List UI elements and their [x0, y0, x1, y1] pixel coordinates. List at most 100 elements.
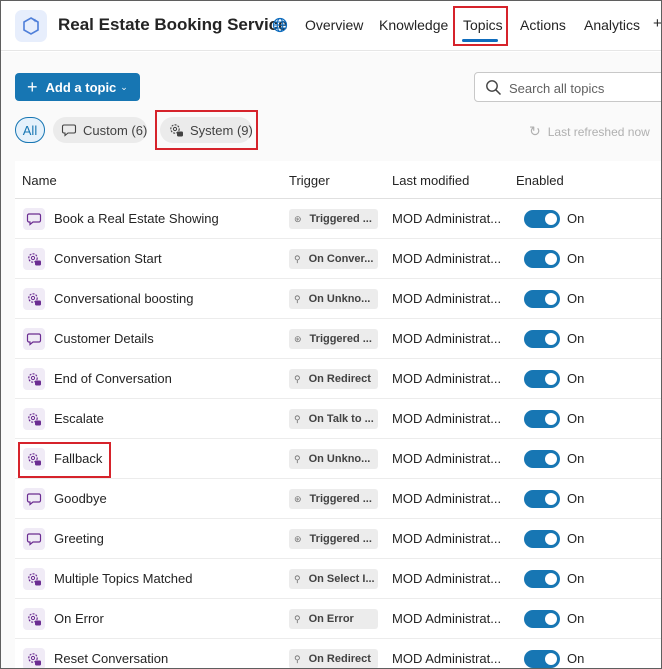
toggle-knob [545, 533, 557, 545]
topic-name[interactable]: Customer Details [54, 331, 154, 346]
topics-tab-highlight [453, 6, 508, 46]
event-icon: ⚲ [294, 453, 301, 464]
topic-name[interactable]: Reset Conversation [54, 651, 168, 666]
agent-hexagon-icon[interactable] [15, 10, 47, 42]
column-enabled[interactable]: Enabled [516, 173, 564, 188]
last-modified: MOD Administrat... [392, 331, 500, 346]
system-gear-icon [23, 368, 45, 390]
enabled-toggle[interactable] [524, 610, 560, 628]
topic-name[interactable]: Conversational boosting [54, 291, 193, 306]
tab-overview[interactable]: Overview [305, 17, 363, 33]
toggle-knob [545, 293, 557, 305]
enabled-toggle[interactable] [524, 450, 560, 468]
toggle-knob [545, 653, 557, 665]
add-topic-button[interactable]: + Add a topic ⌄ [15, 73, 140, 101]
enabled-toggle[interactable] [524, 490, 560, 508]
topic-name[interactable]: On Error [54, 611, 104, 626]
trigger-label: On Redirect [308, 373, 371, 385]
trigger-badge: ⚲ On Redirect [289, 649, 378, 668]
add-topic-label: Add a topic [45, 79, 117, 95]
topic-name[interactable]: Goodbye [54, 491, 107, 506]
topic-name[interactable]: Greeting [54, 531, 104, 546]
enabled-toggle[interactable] [524, 650, 560, 668]
more-tabs-button[interactable]: + [653, 15, 661, 32]
phrase-icon: ⊛ [294, 213, 302, 224]
table-row[interactable]: Goodbye ⊛ Triggered ... MOD Administrat... O… [15, 479, 661, 519]
last-modified: MOD Administrat... [392, 291, 500, 306]
trigger-badge: ⚲ On Unkno... [289, 449, 378, 469]
table-row[interactable]: On Error ⚲ On Error MOD Administrat... On [15, 599, 661, 639]
table-row[interactable]: Reset Conversation ⚲ On Redirect MOD Admini… [15, 639, 661, 668]
topic-name[interactable]: End of Conversation [54, 371, 172, 386]
last-modified: MOD Administrat... [392, 251, 500, 266]
filter-custom[interactable]: Custom (6) [53, 117, 147, 143]
trigger-badge: ⚲ On Unkno... [289, 289, 378, 309]
topic-name[interactable]: Escalate [54, 411, 104, 426]
trigger-label: On Talk to ... [308, 413, 374, 425]
last-modified: MOD Administrat... [392, 571, 500, 586]
toggle-knob [545, 373, 557, 385]
enabled-toggle[interactable] [524, 290, 560, 308]
toggle-knob [545, 453, 557, 465]
topic-name[interactable]: Conversation Start [54, 251, 162, 266]
table-row[interactable]: Conversation Start ⚲ On Conver... MOD Admin… [15, 239, 661, 279]
table-row[interactable]: Conversational boosting ⚲ On Unkno... MOD A… [15, 279, 661, 319]
tab-actions[interactable]: Actions [520, 17, 566, 33]
enabled-label: On [567, 451, 585, 466]
toggle-knob [545, 413, 557, 425]
event-icon: ⚲ [294, 573, 301, 584]
table-row[interactable]: Book a Real Estate Showing ⊛ Triggered ...… [15, 199, 661, 239]
enabled-toggle[interactable] [524, 250, 560, 268]
enabled-label: On [567, 411, 585, 426]
event-icon: ⚲ [294, 253, 301, 264]
agent-title: Real Estate Booking Service [58, 15, 288, 34]
last-modified: MOD Administrat... [392, 611, 500, 626]
chat-bubble-icon [23, 208, 45, 230]
chat-bubble-icon [23, 328, 45, 350]
filter-all[interactable]: All [15, 117, 45, 143]
event-icon: ⚲ [294, 293, 301, 304]
last-modified: MOD Administrat... [392, 371, 500, 386]
table-row[interactable]: Fallback ⚲ On Unkno... MOD Administrat... On [15, 439, 661, 479]
enabled-toggle[interactable] [524, 530, 560, 548]
trigger-label: Triggered ... [309, 533, 372, 545]
table-row[interactable]: Escalate ⚲ On Talk to ... MOD Administrat..… [15, 399, 661, 439]
refresh-status[interactable]: ↻ Last refreshed now [529, 123, 650, 140]
table-row[interactable]: End of Conversation ⚲ On Redirect MOD Admin… [15, 359, 661, 399]
trigger-label: On Select I... [308, 573, 375, 585]
enabled-toggle[interactable] [524, 570, 560, 588]
system-gear-icon [23, 248, 45, 270]
topic-name[interactable]: Multiple Topics Matched [54, 571, 193, 586]
column-name[interactable]: Name [22, 173, 57, 188]
column-trigger[interactable]: Trigger [289, 173, 330, 188]
column-last-modified[interactable]: Last modified [392, 173, 469, 188]
tab-analytics[interactable]: Analytics [584, 17, 640, 33]
trigger-label: On Unkno... [308, 453, 371, 465]
table-body: Book a Real Estate Showing ⊛ Triggered ...… [15, 199, 661, 668]
enabled-label: On [567, 571, 585, 586]
table-row[interactable]: Multiple Topics Matched ⚲ On Select I... MO… [15, 559, 661, 599]
globe-icon[interactable] [272, 17, 288, 33]
table-row[interactable]: Greeting ⊛ Triggered ... MOD Administrat...… [15, 519, 661, 559]
table-row[interactable]: Customer Details ⊛ Triggered ... MOD Admini… [15, 319, 661, 359]
tab-knowledge[interactable]: Knowledge [379, 17, 448, 33]
search-input[interactable]: Search all topics [474, 72, 661, 102]
enabled-toggle[interactable] [524, 410, 560, 428]
enabled-label: On [567, 291, 585, 306]
fallback-row-highlight [18, 442, 111, 478]
search-placeholder: Search all topics [509, 81, 605, 96]
enabled-label: On [567, 531, 585, 546]
enabled-toggle[interactable] [524, 330, 560, 348]
enabled-label: On [567, 251, 585, 266]
trigger-badge: ⚲ On Talk to ... [289, 409, 378, 429]
enabled-toggle[interactable] [524, 210, 560, 228]
enabled-label: On [567, 611, 585, 626]
enabled-toggle[interactable] [524, 370, 560, 388]
system-gear-icon [23, 648, 45, 668]
trigger-label: On Error [308, 613, 354, 625]
topic-name[interactable]: Book a Real Estate Showing [54, 211, 219, 226]
enabled-label: On [567, 211, 585, 226]
system-filter-highlight [155, 110, 258, 150]
toggle-knob [545, 613, 557, 625]
event-icon: ⚲ [294, 413, 301, 424]
